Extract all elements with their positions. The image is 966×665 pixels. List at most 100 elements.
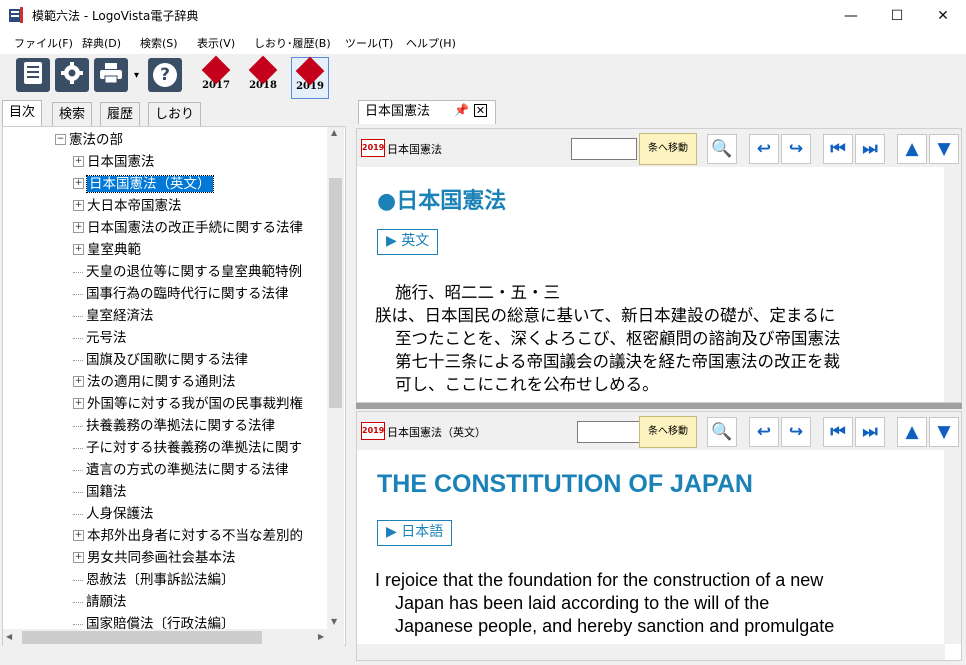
- pane-title: 日本国憲法（英文）: [387, 426, 486, 439]
- tree-item[interactable]: 天皇の退位等に関する皇室典範特例: [73, 261, 302, 283]
- text-line: I rejoice that the foundation for the co…: [375, 570, 824, 590]
- expand-icon[interactable]: +: [73, 551, 84, 563]
- top-pane-scrollbar[interactable]: [944, 167, 961, 402]
- collapse-icon[interactable]: −: [55, 133, 66, 145]
- back-icon[interactable]: ↩: [749, 134, 779, 164]
- tree-item[interactable]: 人身保護法: [73, 503, 154, 525]
- pin-icon[interactable]: 📌: [454, 103, 469, 117]
- scroll-right-icon[interactable]: ▶: [318, 632, 324, 641]
- tree-item[interactable]: 皇室経済法: [73, 305, 154, 327]
- minimize-button[interactable]: —: [828, 0, 874, 31]
- article-number-input[interactable]: [577, 421, 643, 443]
- expand-icon[interactable]: +: [73, 529, 84, 541]
- first-icon[interactable]: ⏮: [823, 417, 853, 447]
- menu-tools[interactable]: ツール(T): [345, 35, 393, 51]
- expand-icon[interactable]: +: [73, 243, 84, 255]
- tab-history[interactable]: 履歴: [100, 102, 141, 127]
- expand-icon[interactable]: +: [73, 199, 84, 211]
- close-window-button[interactable]: ✕: [920, 0, 966, 31]
- menu-dictionary[interactable]: 辞典(D): [82, 35, 121, 51]
- menu-help[interactable]: ヘルプ(H): [406, 35, 456, 51]
- back-icon[interactable]: ↩: [749, 417, 779, 447]
- search-icon[interactable]: 🔍: [707, 417, 737, 447]
- bottom-pane-hscrollbar[interactable]: [357, 644, 945, 660]
- tree-scroll-thumb[interactable]: [329, 178, 342, 408]
- tree-item[interactable]: 恩赦法〔刑事訴訟法編〕: [73, 569, 235, 591]
- tab-contents[interactable]: 目次: [2, 100, 43, 127]
- menu-file[interactable]: ファイル(F): [14, 35, 73, 51]
- jump-to-article-button[interactable]: 条へ移動: [639, 133, 697, 165]
- expand-icon[interactable]: +: [73, 177, 84, 189]
- tree-item[interactable]: 元号法: [73, 327, 127, 349]
- scroll-down-icon[interactable]: ▼: [331, 617, 337, 626]
- tree-item[interactable]: + 大日本帝国憲法: [73, 195, 182, 217]
- tree-connector: [73, 579, 83, 581]
- tree-item[interactable]: + 日本国憲法: [73, 151, 155, 173]
- tree-item[interactable]: + 日本国憲法の改正手続に関する法律: [73, 217, 303, 239]
- first-icon[interactable]: ⏮: [823, 134, 853, 164]
- window-title: 模範六法 - LogoVista電子辞典: [32, 9, 199, 23]
- pane-title: 日本国憲法: [387, 143, 442, 156]
- tree-item[interactable]: 請願法: [73, 591, 127, 613]
- tree-item[interactable]: 扶養義務の準拠法に関する法律: [73, 415, 275, 437]
- search-icon[interactable]: 🔍: [707, 134, 737, 164]
- jump-to-article-button[interactable]: 条へ移動: [639, 416, 697, 448]
- tree-item[interactable]: + 外国等に対する我が国の民事裁判権: [73, 393, 303, 415]
- tree-item[interactable]: 国旗及び国歌に関する法律: [73, 349, 248, 371]
- tree-item[interactable]: 遺言の方式の準拠法に関する法律: [73, 459, 289, 481]
- print-dropdown-icon[interactable]: ▾: [134, 70, 139, 81]
- tree-root-node[interactable]: − 憲法の部: [55, 129, 123, 151]
- scroll-left-icon[interactable]: ◀: [6, 632, 12, 641]
- tree-item[interactable]: 子に対する扶養義務の準拠法に関す: [73, 437, 302, 459]
- menu-view[interactable]: 表示(V): [197, 35, 235, 51]
- tree-item-label: 皇室典範: [87, 242, 141, 258]
- help-button[interactable]: ?: [148, 58, 182, 92]
- pane-splitter[interactable]: [356, 403, 962, 409]
- forward-icon[interactable]: ↪: [781, 134, 811, 164]
- scroll-up-icon[interactable]: ▲: [331, 128, 337, 137]
- tree-item-label: 国籍法: [86, 484, 127, 500]
- close-tab-button[interactable]: ✕: [474, 104, 487, 117]
- tree-item[interactable]: + 日本国憲法（英文）: [73, 173, 214, 195]
- bottom-pane-scrollbar[interactable]: [944, 450, 961, 644]
- settings-button[interactable]: [55, 58, 89, 92]
- japanese-link-button[interactable]: ▶ 日本語: [377, 520, 453, 546]
- up-icon[interactable]: ▲: [897, 134, 927, 164]
- tree-item[interactable]: 国事行為の臨時代行に関する法律: [73, 283, 289, 305]
- tree-connector: [73, 623, 83, 625]
- tree-connector: [73, 425, 83, 427]
- forward-icon[interactable]: ↪: [781, 417, 811, 447]
- tree-item[interactable]: + 本邦外出身者に対する不当な差別的: [73, 525, 303, 547]
- menu-search[interactable]: 検索(S): [140, 35, 178, 51]
- expand-icon[interactable]: +: [73, 397, 84, 409]
- tree-connector: [73, 447, 83, 449]
- down-icon[interactable]: ▼: [929, 417, 959, 447]
- menu-bookmarks-history[interactable]: しおり･履歴(B): [254, 35, 331, 51]
- tree-item[interactable]: + 男女共同参画社会基本法: [73, 547, 236, 569]
- tree-item[interactable]: 国籍法: [73, 481, 127, 503]
- tab-search[interactable]: 検索: [52, 102, 93, 127]
- edition-2017-button[interactable]: 2017: [198, 55, 234, 97]
- expand-icon[interactable]: +: [73, 375, 84, 387]
- tree-item[interactable]: + 皇室典範: [73, 239, 141, 261]
- down-icon[interactable]: ▼: [929, 134, 959, 164]
- dictionary-button[interactable]: [16, 58, 50, 92]
- tree-connector: [73, 337, 83, 339]
- up-icon[interactable]: ▲: [897, 417, 927, 447]
- top-pane-toolbar: 2019 日本国憲法 条へ移動 🔍 ↩ ↪ ⏮ ⏭ ▲ ▼: [357, 129, 961, 167]
- tree-item-label: 法の適用に関する通則法: [87, 374, 236, 390]
- expand-icon[interactable]: +: [73, 155, 84, 167]
- edition-2018-button[interactable]: 2018: [245, 55, 281, 97]
- tree-hscroll-thumb[interactable]: [22, 631, 262, 644]
- last-icon[interactable]: ⏭: [855, 417, 885, 447]
- maximize-button[interactable]: ☐: [874, 0, 920, 31]
- text-line: 施行、昭二二・五・三: [395, 283, 560, 302]
- print-button[interactable]: [94, 58, 128, 92]
- tab-bookmarks[interactable]: しおり: [148, 102, 202, 127]
- english-link-button[interactable]: ▶ 英文: [377, 229, 439, 255]
- article-number-input[interactable]: [571, 138, 637, 160]
- last-icon[interactable]: ⏭: [855, 134, 885, 164]
- edition-2019-button[interactable]: 2019: [291, 56, 329, 99]
- tree-item[interactable]: + 法の適用に関する通則法: [73, 371, 236, 393]
- expand-icon[interactable]: +: [73, 221, 84, 233]
